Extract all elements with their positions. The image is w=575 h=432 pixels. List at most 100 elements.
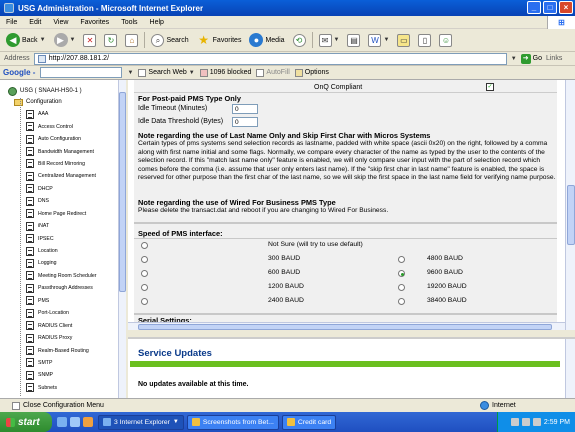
print-button[interactable]: ▤ xyxy=(345,31,362,49)
tray-icon[interactable] xyxy=(521,418,530,426)
speed-radio-not-sure[interactable] xyxy=(141,242,148,249)
tree-scroll-thumb[interactable] xyxy=(119,92,126,292)
tree-item-logging[interactable]: Logging xyxy=(26,257,125,269)
tree-item-meeting-room-scheduler[interactable]: Meeting Room Scheduler xyxy=(26,270,125,282)
speed-radio-1200[interactable] xyxy=(141,284,148,291)
tree-item-pms[interactable]: PMS xyxy=(26,295,125,307)
media-button[interactable]: ● Media xyxy=(247,31,286,49)
address-input[interactable]: http://207.88.181.2/ xyxy=(33,52,507,65)
tree-item-dns[interactable]: DNS xyxy=(26,195,125,207)
tree-item-aaa[interactable]: AAA xyxy=(26,108,125,120)
idle-threshold-input[interactable]: 0 xyxy=(232,117,258,127)
speed-radio-2400[interactable] xyxy=(141,298,148,305)
google-logo[interactable]: Google - xyxy=(3,68,35,77)
speed-radio-9600[interactable] xyxy=(398,270,405,277)
tree-item-home-page-redirect[interactable]: Home Page Redirect xyxy=(26,208,125,220)
tree-item-label: PMS xyxy=(38,297,50,304)
media-quicklaunch-icon[interactable] xyxy=(83,417,93,427)
back-button[interactable]: ◀ Back ▼ xyxy=(4,31,48,49)
chevron-down-icon[interactable]: ▼ xyxy=(383,37,389,43)
tray-icon[interactable] xyxy=(510,418,519,426)
settings-hscroll-thumb[interactable] xyxy=(138,324,552,330)
forward-button[interactable]: ▶ ▼ xyxy=(52,31,78,49)
idle-timeout-input[interactable]: 0 xyxy=(232,104,258,114)
tree-item-dhcp[interactable]: DHCP xyxy=(26,183,125,195)
menu-tools[interactable]: Tools xyxy=(121,19,137,26)
chevron-down-icon[interactable]: ▼ xyxy=(40,37,46,43)
address-dropdown-icon[interactable]: ▼ xyxy=(511,56,517,62)
taskbar-button-credit-card[interactable]: Credit card xyxy=(281,414,337,430)
tree-item-location[interactable]: Location xyxy=(26,245,125,257)
google-search-input[interactable] xyxy=(40,67,123,78)
tree-item-inat[interactable]: iNAT xyxy=(26,220,125,232)
tree-root-node[interactable]: USG ( SNAAH-HS0-1 ) xyxy=(8,86,125,96)
discuss-button[interactable]: ▭ xyxy=(395,31,412,49)
settings-vertical-scrollbar[interactable] xyxy=(565,80,575,330)
service-updates-scrollbar[interactable] xyxy=(565,339,575,400)
edit-button[interactable]: W ▼ xyxy=(366,31,391,49)
speed-radio-19200[interactable] xyxy=(398,284,405,291)
speed-radio-600[interactable] xyxy=(141,270,148,277)
tree-configuration-node[interactable]: Configuration xyxy=(14,96,125,108)
tree-item-bandwidth-management[interactable]: Bandwidth Management xyxy=(26,145,125,157)
ie-quicklaunch-icon[interactable] xyxy=(57,417,67,427)
task-label: Credit card xyxy=(297,418,332,426)
tree-item-passthrough-addresses[interactable]: Passthrough Addresses xyxy=(26,282,125,294)
tree-item-snmp[interactable]: SNMP xyxy=(26,369,125,381)
menu-view[interactable]: View xyxy=(53,19,68,26)
onq-compliant-checkbox[interactable]: ✓ xyxy=(486,83,494,91)
menu-favorites[interactable]: Favorites xyxy=(80,19,109,26)
speed-radio-38400[interactable] xyxy=(398,298,405,305)
tree-item-auto-configuration[interactable]: Auto Configuration xyxy=(26,133,125,145)
links-button[interactable]: Links xyxy=(546,55,562,62)
home-button[interactable]: ⌂ xyxy=(123,31,140,49)
tree-item-centralized-management[interactable]: Centralized Management xyxy=(26,170,125,182)
favorites-button[interactable]: ★ Favorites xyxy=(195,31,244,49)
tree-item-radius-proxy[interactable]: RADIUS Proxy xyxy=(26,332,125,344)
tree-item-bill-record-mirroring[interactable]: Bill Record Mirroring xyxy=(26,158,125,170)
desktop-quicklaunch-icon[interactable] xyxy=(70,417,80,427)
autofill-icon xyxy=(256,68,265,77)
research-button[interactable]: ▯ xyxy=(416,31,433,49)
settings-scroll-thumb[interactable] xyxy=(567,185,575,245)
taskbar-button-screenshots[interactable]: Screenshots from Bet... xyxy=(186,414,279,430)
chevron-down-icon[interactable]: ▼ xyxy=(70,37,76,43)
tree-item-port-location[interactable]: Port-Location xyxy=(26,307,125,319)
messenger-button[interactable]: ☺ xyxy=(437,31,454,49)
autofill-button[interactable]: AutoFill xyxy=(256,68,290,77)
tree-item-subnets[interactable]: Subnets xyxy=(26,382,125,394)
history-button[interactable]: ⟲ xyxy=(291,31,308,49)
maximize-button[interactable]: □ xyxy=(543,1,557,14)
speed-radio-300[interactable] xyxy=(141,256,148,263)
menu-edit[interactable]: Edit xyxy=(29,19,41,26)
popup-blocker-button[interactable]: 1096 blocked xyxy=(199,68,251,77)
close-button[interactable]: × xyxy=(559,1,573,14)
refresh-button[interactable]: ↻ xyxy=(102,31,119,49)
tree-item-smtp[interactable]: SMTP xyxy=(26,357,125,369)
minimize-button[interactable]: _ xyxy=(527,1,541,14)
menu-file[interactable]: File xyxy=(6,19,17,26)
options-icon xyxy=(294,68,303,77)
start-button[interactable]: start xyxy=(0,412,52,432)
chevron-down-icon[interactable]: ▼ xyxy=(334,37,340,43)
chevron-down-icon[interactable]: ▼ xyxy=(127,70,133,76)
stop-button[interactable]: ✕ xyxy=(81,31,98,49)
options-button[interactable]: Options xyxy=(294,68,329,77)
speed-radio-4800[interactable] xyxy=(398,256,405,263)
tree-item-access-control[interactable]: Access Control xyxy=(26,120,125,132)
tree-item-realm-based-routing[interactable]: Realm-Based Routing xyxy=(26,344,125,356)
mail-button[interactable]: ✉ ▼ xyxy=(317,31,342,49)
tree-item-radius-client[interactable]: RADIUS Client xyxy=(26,319,125,331)
tray-icon[interactable] xyxy=(532,418,541,426)
settings-horizontal-scrollbar[interactable] xyxy=(128,322,565,330)
search-web-button[interactable]: Search Web ▼ xyxy=(138,68,195,77)
pms-settings-frame: OnQ Compliant ✓ For Post-paid PMS Type O… xyxy=(128,80,575,330)
tree-scrollbar[interactable] xyxy=(118,80,126,398)
search-button[interactable]: ⌕ Search xyxy=(149,31,190,49)
taskbar-button-ie[interactable]: 3 Internet Explorer ▼ xyxy=(98,414,184,430)
menu-help[interactable]: Help xyxy=(150,19,164,26)
go-button[interactable]: ➜ Go xyxy=(520,53,542,64)
history-icon: ⟲ xyxy=(292,33,306,47)
chevron-down-icon[interactable]: ▼ xyxy=(189,70,195,76)
tree-item-ipsec[interactable]: IPSEC xyxy=(26,232,125,244)
